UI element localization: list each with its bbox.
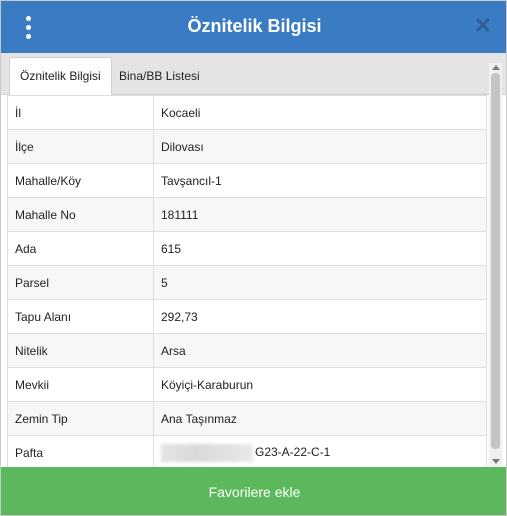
tab-building-list[interactable]: Bina/BB Listesi: [109, 57, 210, 95]
row-value: 181111: [153, 197, 487, 232]
table-row: İlçe Dilovası: [7, 129, 487, 164]
row-key: Tapu Alanı: [7, 299, 154, 334]
close-icon[interactable]: ✕: [474, 15, 492, 37]
row-value: 5: [153, 265, 487, 300]
tab-bar: Öznitelik Bilgisi Bina/BB Listesi: [1, 53, 506, 95]
attribute-table-container: İl Kocaeli İlçe Dilovası Mahalle/Köy Tav…: [7, 95, 487, 467]
row-key: Mahalle/Köy: [7, 163, 154, 198]
row-value: 615: [153, 231, 487, 266]
table-row: İl Kocaeli: [7, 95, 487, 130]
attribute-table: İl Kocaeli İlçe Dilovası Mahalle/Köy Tav…: [7, 95, 487, 467]
row-key: Pafta: [7, 435, 154, 467]
row-key: Zemin Tip: [7, 401, 154, 436]
redacted-blur: [161, 443, 253, 462]
row-key: Nitelik: [7, 333, 154, 368]
scroll-down-arrow-icon[interactable]: [492, 459, 500, 464]
scroll-up-arrow-icon[interactable]: [492, 65, 500, 70]
table-row: Pafta G23-A-22-C-1: [7, 435, 487, 467]
dialog-title: Öznitelik Bilgisi: [187, 16, 322, 36]
table-row: Mevkii Köyiçi-Karaburun: [7, 367, 487, 402]
scroll-thumb[interactable]: [491, 73, 500, 449]
tab-attribute-info[interactable]: Öznitelik Bilgisi: [9, 57, 112, 95]
row-key: Mevkii: [7, 367, 154, 402]
row-value: Tavşancıl-1: [153, 163, 487, 198]
add-to-favorites-button[interactable]: Favorilere ekle: [1, 467, 506, 515]
row-value: Arsa: [153, 333, 487, 368]
vertical-scrollbar[interactable]: [489, 63, 502, 467]
row-key: Mahalle No: [7, 197, 154, 232]
row-value: Ana Taşınmaz: [153, 401, 487, 436]
attribute-dialog: Öznitelik Bilgisi ✕ Öznitelik Bilgisi Bi…: [0, 0, 507, 516]
table-row: Zemin Tip Ana Taşınmaz: [7, 401, 487, 436]
row-key: Parsel: [7, 265, 154, 300]
table-row: Nitelik Arsa: [7, 333, 487, 368]
pafta-value: G23-A-22-C-1: [255, 444, 331, 459]
row-value: G23-A-22-C-1: [153, 435, 487, 467]
row-key: Ada: [7, 231, 154, 266]
row-value: Köyiçi-Karaburun: [153, 367, 487, 402]
dialog-header: Öznitelik Bilgisi ✕: [1, 1, 506, 53]
table-row: Mahalle/Köy Tavşancıl-1: [7, 163, 487, 198]
table-row: Mahalle No 181111: [7, 197, 487, 232]
table-row: Tapu Alanı 292,73: [7, 299, 487, 334]
table-row: Parsel 5: [7, 265, 487, 300]
table-row: Ada 615: [7, 231, 487, 266]
row-value: Kocaeli: [153, 95, 487, 130]
row-value: 292,73: [153, 299, 487, 334]
row-key: İl: [7, 95, 154, 130]
row-value: Dilovası: [153, 129, 487, 164]
row-key: İlçe: [7, 129, 154, 164]
